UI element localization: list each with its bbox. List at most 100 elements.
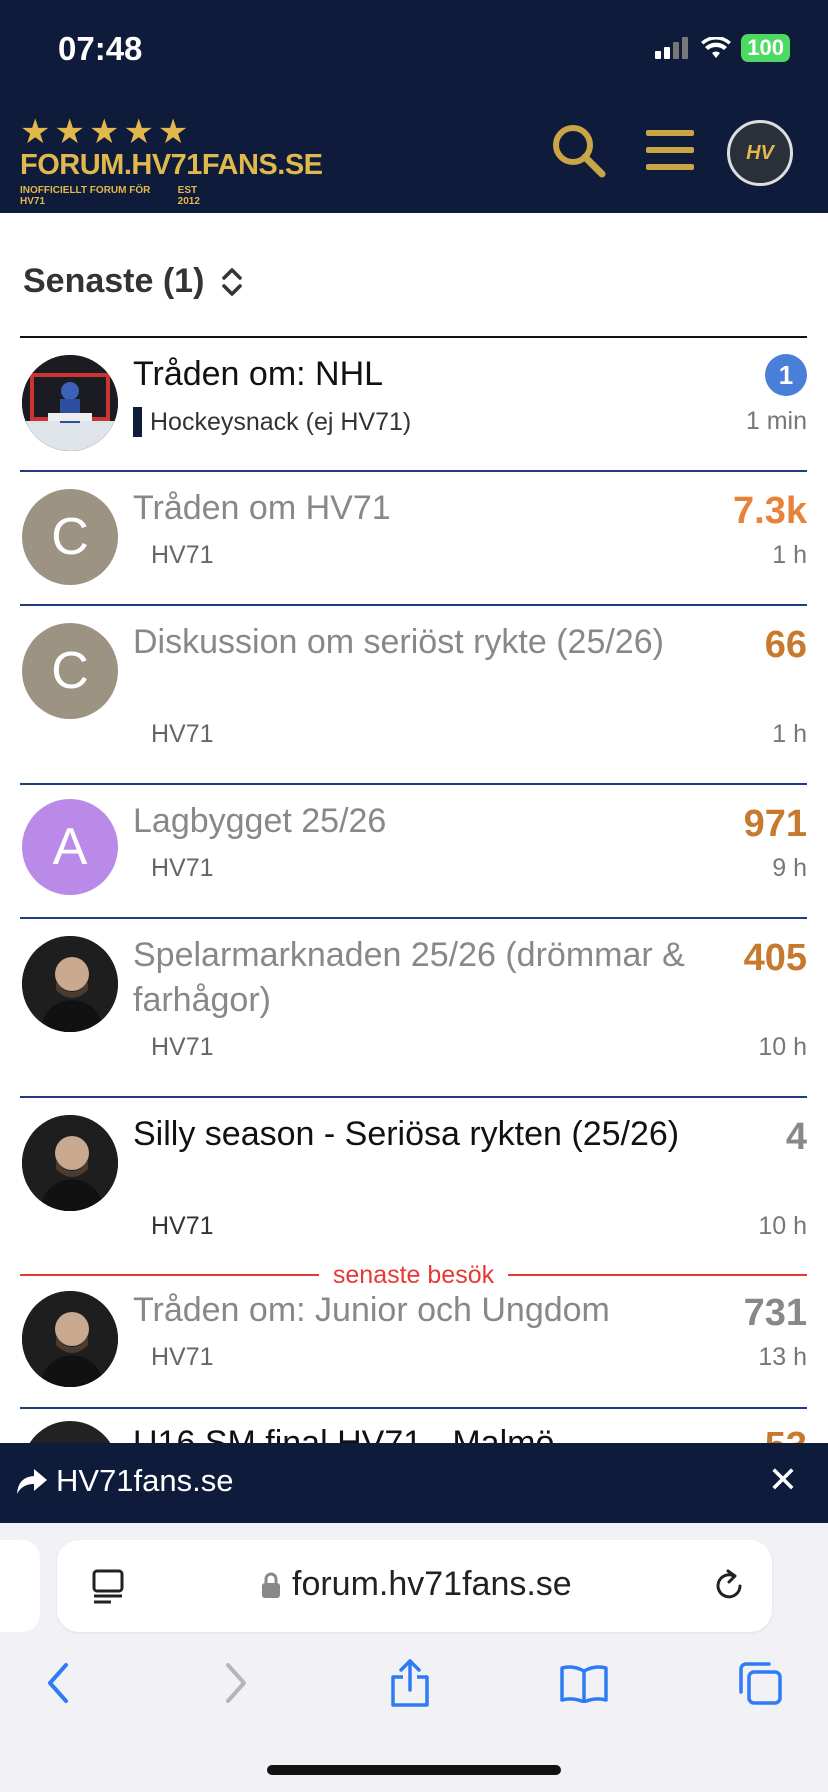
divider-line [20, 1274, 319, 1276]
battery-indicator: 100 [741, 34, 790, 62]
logo-est: EST 2012 [177, 185, 200, 207]
topic-row[interactable]: A Lagbygget 25/26 HV71 971 9 h [20, 785, 807, 919]
post-count[interactable]: 4 [786, 1116, 807, 1159]
lock-icon [262, 1572, 280, 1598]
topic-category[interactable]: HV71 [151, 541, 214, 570]
goalie-avatar [22, 355, 118, 451]
status-icons: 100 [655, 34, 790, 62]
topic-time[interactable]: 10 h [758, 1212, 807, 1241]
back-button[interactable] [28, 1653, 88, 1713]
hamburger-icon [646, 130, 694, 170]
man-portrait-icon [22, 1291, 118, 1387]
tabs-icon [739, 1662, 782, 1705]
book-icon [560, 1665, 608, 1703]
browser-chrome: forum.hv71fans.se [0, 1523, 828, 1792]
category-color-bar [133, 407, 142, 437]
url-text: forum.hv71fans.se [292, 1565, 572, 1603]
site-header: 07:48 100 ★★★★★ FORUM.HV71FANS.SE INOFFI… [0, 0, 828, 213]
post-count[interactable]: 7.3k [733, 490, 807, 533]
topic-category[interactable]: HV71 [151, 1212, 214, 1241]
logo-subline: INOFFICIELLT FORUM FÖR HV71 EST 2012 [20, 185, 222, 207]
topic-row[interactable]: U16 SM final HV71 - Malmö 53 [20, 1409, 807, 1443]
man-portrait-icon [22, 936, 118, 1032]
post-count[interactable]: 405 [744, 937, 807, 980]
page-menu-icon[interactable] [91, 1568, 125, 1604]
category-label: Hockeysnack (ej HV71) [150, 407, 412, 436]
avatar-letter: A [22, 799, 118, 895]
topic-category[interactable]: HV71 [151, 1343, 214, 1372]
topic-title[interactable]: Diskussion om seriöst rykte (25/26) [133, 620, 687, 665]
topic-row[interactable]: C Tråden om HV71 HV71 7.3k 1 h [20, 472, 807, 606]
last-visit-divider: senaste besök [20, 1260, 807, 1290]
menu-button[interactable] [640, 120, 700, 180]
user-photo-avatar [22, 1291, 118, 1387]
topic-time[interactable]: 9 h [772, 854, 807, 883]
topic-title[interactable]: Spelarmarknaden 25/26 (drömmar & farhågo… [133, 933, 687, 1023]
address-bar[interactable]: forum.hv71fans.se [57, 1540, 772, 1632]
previous-tab-peek[interactable] [0, 1540, 40, 1632]
logo-stars: ★★★★★ [20, 113, 193, 151]
topic-list: Tråden om: NHL Hockeysnack (ej HV71) 1 1… [20, 336, 807, 1275]
home-indicator[interactable] [267, 1765, 561, 1775]
sort-label: Senaste (1) [23, 262, 205, 300]
post-count[interactable]: 731 [744, 1292, 807, 1335]
bookmarks-button[interactable] [554, 1653, 614, 1713]
goalie-image-icon [22, 355, 118, 451]
sort-dropdown[interactable]: Senaste (1) [23, 262, 244, 301]
search-icon [553, 125, 606, 178]
search-button[interactable] [548, 120, 608, 180]
topic-row[interactable]: Silly season - Seriösa rykten (25/26) HV… [20, 1098, 807, 1275]
reload-icon[interactable] [712, 1568, 746, 1604]
user-avatar-icon: HV [746, 141, 774, 164]
topic-category[interactable]: Hockeysnack (ej HV71) [133, 407, 411, 437]
unread-badge[interactable]: 1 [765, 354, 807, 396]
share-arrow-icon [17, 1469, 47, 1494]
status-time: 07:48 [58, 30, 143, 67]
share-button[interactable] [380, 1653, 440, 1713]
topic-title[interactable]: Tråden om: Junior och Ungdom [133, 1288, 687, 1333]
topic-time[interactable]: 1 min [746, 407, 807, 436]
logo-tagline: INOFFICIELLT FORUM FÖR HV71 [20, 185, 151, 207]
team-photo-avatar [22, 1421, 118, 1443]
topic-title[interactable]: Silly season - Seriösa rykten (25/26) [133, 1112, 687, 1157]
man-portrait-icon [22, 1115, 118, 1211]
topic-title[interactable]: Lagbygget 25/26 [133, 799, 687, 844]
banner-label: HV71fans.se [56, 1463, 234, 1498]
topic-category[interactable]: HV71 [151, 1033, 214, 1062]
wifi-icon [701, 37, 732, 58]
divider-line [508, 1274, 807, 1276]
user-photo-avatar [22, 936, 118, 1032]
tabs-button[interactable] [730, 1653, 790, 1713]
user-photo-avatar [22, 1115, 118, 1211]
topic-row[interactable]: Tråden om: Junior och Ungdom HV71 731 13… [20, 1290, 807, 1409]
topic-title[interactable]: Tråden om: NHL [133, 352, 687, 397]
post-count[interactable]: 66 [765, 624, 807, 667]
last-visit-label: senaste besök [332, 1260, 495, 1289]
topic-row[interactable]: Tråden om: NHL Hockeysnack (ej HV71) 1 1… [20, 338, 807, 472]
topic-category[interactable]: HV71 [151, 720, 214, 749]
share-icon [391, 1659, 429, 1707]
site-logo[interactable]: ★★★★★ FORUM.HV71FANS.SE INOFFICIELLT FOR… [20, 115, 323, 207]
topic-title[interactable]: Tråden om HV71 [133, 486, 687, 531]
avatar-letter: C [22, 489, 118, 585]
chevron-right-icon [226, 1663, 246, 1703]
sort-chevrons-icon [222, 267, 243, 296]
post-count[interactable]: 971 [744, 803, 807, 846]
signal-icon [655, 37, 689, 59]
user-avatar-button[interactable]: HV [727, 120, 793, 186]
topic-time[interactable]: 13 h [758, 1343, 807, 1372]
app-banner[interactable]: HV71fans.se ✕ [0, 1443, 828, 1523]
topic-time[interactable]: 10 h [758, 1033, 807, 1062]
topic-category[interactable]: HV71 [151, 854, 214, 883]
post-count[interactable]: 53 [765, 1425, 807, 1443]
avatar-letter: C [22, 623, 118, 719]
forward-button[interactable] [206, 1653, 266, 1713]
close-icon[interactable]: ✕ [768, 1459, 798, 1501]
topic-time[interactable]: 1 h [772, 541, 807, 570]
topic-time[interactable]: 1 h [772, 720, 807, 749]
topic-title[interactable]: U16 SM final HV71 - Malmö [133, 1421, 687, 1443]
topic-row[interactable]: C Diskussion om seriöst rykte (25/26) HV… [20, 606, 807, 785]
logo-name: FORUM.HV71FANS.SE [20, 149, 323, 181]
topic-row[interactable]: Spelarmarknaden 25/26 (drömmar & farhågo… [20, 919, 807, 1098]
chevron-left-icon [48, 1663, 68, 1703]
